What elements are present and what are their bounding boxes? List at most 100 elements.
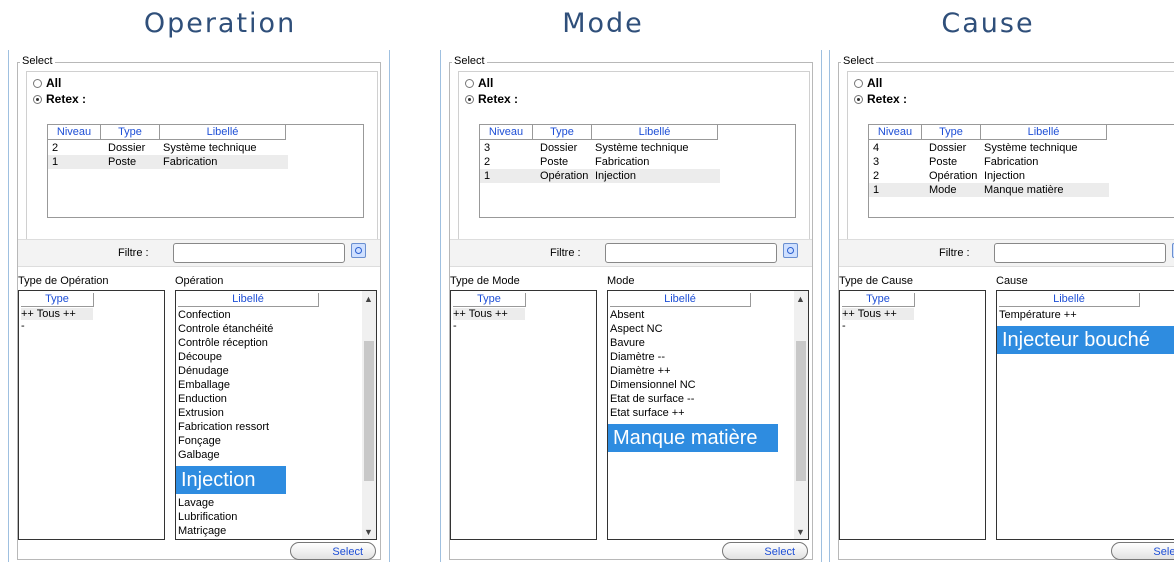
type-col-header[interactable]: Type <box>842 293 915 307</box>
scroll-thumb[interactable] <box>364 341 374 481</box>
list-item[interactable]: Etat de surface -- <box>610 392 694 406</box>
list-item[interactable]: Matriçage <box>178 524 226 538</box>
radio-retex[interactable]: Retex : <box>465 92 518 106</box>
list-item[interactable]: Dimensionnel NC <box>610 378 696 392</box>
retex-list[interactable]: Niveau Type Libellé 2 Dossier Système te… <box>47 124 364 218</box>
list-item[interactable]: Aspect NC <box>610 322 663 336</box>
col-niveau[interactable]: Niveau <box>480 125 533 140</box>
col-libelle[interactable]: Libellé <box>981 125 1107 140</box>
search-icon[interactable] <box>351 243 366 258</box>
retex-list[interactable]: Niveau Type Libellé 3 Dossier Système te… <box>479 124 796 218</box>
select-button[interactable]: Select <box>290 542 376 560</box>
scrollbar[interactable]: ▲ ▼ <box>794 291 808 539</box>
col-libelle[interactable]: Libellé <box>160 125 286 140</box>
list-item[interactable]: Fonçage <box>178 434 221 448</box>
scroll-thumb[interactable] <box>796 341 806 481</box>
type-item[interactable]: - <box>21 320 25 332</box>
list-item[interactable]: Absent <box>610 308 644 322</box>
retex-libelle: Système technique <box>595 142 689 154</box>
retex-row[interactable]: 1 Mode Manque matière <box>869 183 1109 197</box>
list-item[interactable]: Diamètre ++ <box>610 364 671 378</box>
type-item[interactable]: ++ Tous ++ <box>453 308 525 320</box>
scroll-up-icon[interactable]: ▲ <box>796 294 805 304</box>
radio-all[interactable]: All <box>465 76 493 90</box>
col-niveau[interactable]: Niveau <box>48 125 101 140</box>
main-col-header[interactable]: Libellé <box>610 293 751 307</box>
retex-row[interactable]: 3 Dossier Système technique <box>480 141 720 155</box>
retex-libelle: Manque matière <box>984 184 1064 196</box>
retex-row[interactable]: 1 Opération Injection <box>480 169 720 183</box>
type-item[interactable]: - <box>842 320 846 332</box>
retex-row[interactable]: 3 Poste Fabrication <box>869 155 1109 169</box>
retex-niveau: 1 <box>484 170 491 182</box>
list-item[interactable]: Diamètre -- <box>610 350 665 364</box>
type-col-header[interactable]: Type <box>21 293 94 307</box>
select-group: Select All Retex : Niveau Type Libellé 3… <box>449 55 813 560</box>
list-item[interactable]: Emballage <box>178 378 230 392</box>
filter-input[interactable] <box>994 243 1166 263</box>
list-item[interactable]: Fabrication ressort <box>178 420 269 434</box>
list-item[interactable]: Découpe <box>178 350 222 364</box>
list-item[interactable]: Confection <box>178 308 231 322</box>
heading-operation: Operation <box>143 8 297 39</box>
type-list[interactable]: Type ++ Tous ++ - <box>18 290 165 540</box>
type-list[interactable]: Type ++ Tous ++ - <box>839 290 986 540</box>
retex-row[interactable]: 1 Poste Fabrication <box>48 155 288 169</box>
radio-off-icon <box>854 78 863 88</box>
retex-list[interactable]: Niveau Type Libellé 4 Dossier Système te… <box>868 124 1174 218</box>
list-item[interactable]: Lavage <box>178 496 214 510</box>
list-item[interactable]: Controle étanchéité <box>178 322 273 336</box>
retex-row[interactable]: 2 Dossier Système technique <box>48 141 288 155</box>
type-col-header[interactable]: Type <box>453 293 526 307</box>
radio-on-icon <box>854 94 863 104</box>
type-item[interactable]: - <box>453 320 457 332</box>
scrollbar[interactable]: ▲ ▼ <box>362 291 376 539</box>
select-legend: Select <box>20 55 55 67</box>
scroll-down-icon[interactable]: ▼ <box>796 527 805 537</box>
col-type[interactable]: Type <box>101 125 160 140</box>
retex-row[interactable]: 4 Dossier Système technique <box>869 141 1109 155</box>
list-item[interactable]: Enduction <box>178 392 227 406</box>
list-item[interactable]: Dénudage <box>178 364 229 378</box>
scroll-up-icon[interactable]: ▲ <box>364 294 373 304</box>
col-niveau[interactable]: Niveau <box>869 125 922 140</box>
main-list[interactable]: Libellé Température ++Injecteur bouché ▲… <box>996 290 1174 540</box>
main-list[interactable]: Libellé Confection Controle étanchéité Con… <box>175 290 377 540</box>
main-list[interactable]: Libellé Absent Aspect NC Bavure Diamètre --… <box>607 290 809 540</box>
filter-label: Filtre : <box>118 247 149 259</box>
scroll-down-icon[interactable]: ▼ <box>364 527 373 537</box>
select-button[interactable]: Select <box>1111 542 1174 560</box>
selected-item[interactable]: Injection <box>176 466 286 494</box>
type-item[interactable]: ++ Tous ++ <box>21 308 93 320</box>
heading-mode: Mode <box>562 8 644 39</box>
radio-all[interactable]: All <box>854 76 882 90</box>
filter-label: Filtre : <box>550 247 581 259</box>
filter-input[interactable] <box>173 243 345 263</box>
list-item[interactable]: Galbage <box>178 448 220 462</box>
list-item[interactable]: Contrôle réception <box>178 336 268 350</box>
selected-item[interactable]: Injecteur bouché <box>997 326 1174 354</box>
retex-row[interactable]: 2 Opération Injection <box>869 169 1109 183</box>
list-item[interactable]: Température ++ <box>999 308 1077 322</box>
col-type[interactable]: Type <box>922 125 981 140</box>
type-list[interactable]: Type ++ Tous ++ - <box>450 290 597 540</box>
list-item[interactable]: Bavure <box>610 336 645 350</box>
col-libelle[interactable]: Libellé <box>592 125 718 140</box>
radio-all[interactable]: All <box>33 76 61 90</box>
select-button[interactable]: Select <box>722 542 808 560</box>
retex-list-header: Niveau Type Libellé <box>48 125 286 140</box>
list-item[interactable]: Etat surface ++ <box>610 406 685 420</box>
retex-niveau: 3 <box>873 156 880 168</box>
filter-input[interactable] <box>605 243 777 263</box>
selected-item[interactable]: Manque matière <box>608 424 778 452</box>
retex-row[interactable]: 2 Poste Fabrication <box>480 155 720 169</box>
main-col-header[interactable]: Libellé <box>178 293 319 307</box>
main-col-header[interactable]: Libellé <box>999 293 1140 307</box>
list-item[interactable]: Extrusion <box>178 406 224 420</box>
search-icon[interactable] <box>783 243 798 258</box>
radio-retex[interactable]: Retex : <box>33 92 86 106</box>
list-item[interactable]: Lubrification <box>178 510 237 524</box>
radio-retex[interactable]: Retex : <box>854 92 907 106</box>
col-type[interactable]: Type <box>533 125 592 140</box>
type-item[interactable]: ++ Tous ++ <box>842 308 914 320</box>
